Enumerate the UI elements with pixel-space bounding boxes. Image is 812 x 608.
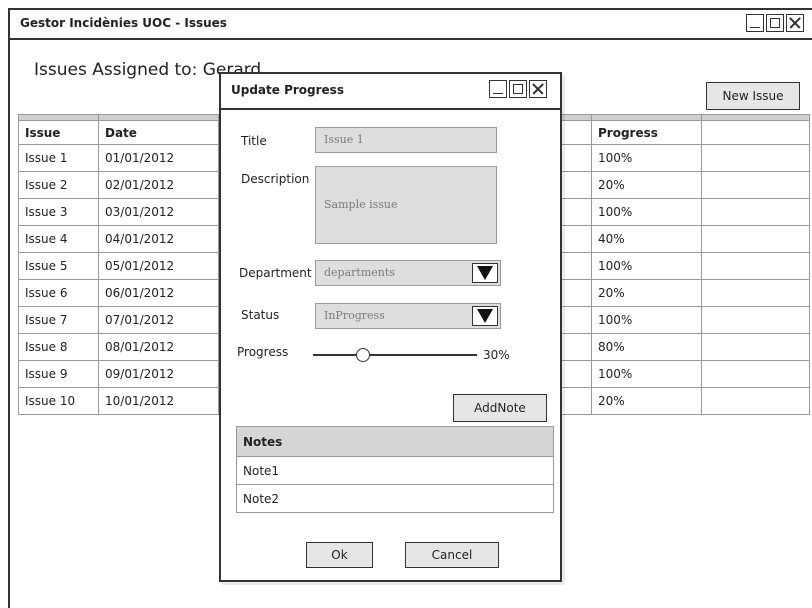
header-extra [701, 120, 810, 145]
cell-date: 10/01/2012 [98, 387, 219, 415]
status-label: Status [241, 308, 280, 322]
cell-date: 01/01/2012 [98, 144, 219, 172]
cell-progress: 100% [591, 306, 702, 334]
notes-header: Notes [237, 427, 553, 457]
cell-progress: 40% [591, 225, 702, 253]
progress-value: 30% [483, 348, 510, 362]
cell-extra [701, 279, 810, 307]
cell-extra [701, 171, 810, 199]
header-date[interactable]: Date [98, 120, 219, 145]
dialog-minimize-icon[interactable] [489, 80, 507, 98]
cell-progress: 20% [591, 279, 702, 307]
cell-extra [701, 360, 810, 388]
cell-extra [701, 225, 810, 253]
cell-issue: Issue 7 [18, 306, 99, 334]
department-select[interactable]: departments [315, 260, 501, 286]
department-dropdown-arrow-icon[interactable] [472, 263, 498, 283]
cell-extra [701, 144, 810, 172]
description-field[interactable]: Sample issue [315, 166, 497, 244]
progress-label: Progress [237, 345, 289, 359]
cell-progress: 100% [591, 360, 702, 388]
dialog-close-icon[interactable] [529, 80, 547, 98]
cell-date: 06/01/2012 [98, 279, 219, 307]
description-label: Description [241, 172, 310, 186]
cell-progress: 20% [591, 387, 702, 415]
cell-progress: 80% [591, 333, 702, 361]
status-value: InProgress [324, 309, 385, 322]
update-progress-dialog: Update Progress Title Issue 1 Descriptio… [219, 72, 562, 582]
header-progress[interactable]: Progress [591, 120, 702, 145]
cell-date: 03/01/2012 [98, 198, 219, 226]
cell-extra [701, 306, 810, 334]
cell-extra [701, 387, 810, 415]
cell-date: 08/01/2012 [98, 333, 219, 361]
department-label: Department [239, 266, 312, 280]
cell-extra [701, 333, 810, 361]
progress-slider[interactable] [313, 348, 477, 362]
cell-issue: Issue 10 [18, 387, 99, 415]
dialog-maximize-icon[interactable] [509, 80, 527, 98]
slider-thumb[interactable] [356, 348, 371, 362]
cell-progress: 100% [591, 252, 702, 280]
cell-issue: Issue 8 [18, 333, 99, 361]
cell-extra [701, 198, 810, 226]
cell-issue: Issue 4 [18, 225, 99, 253]
cell-date: 04/01/2012 [98, 225, 219, 253]
note-row[interactable]: Note1 [237, 457, 553, 485]
cell-issue: Issue 5 [18, 252, 99, 280]
cell-date: 02/01/2012 [98, 171, 219, 199]
cell-progress: 20% [591, 171, 702, 199]
cell-issue: Issue 3 [18, 198, 99, 226]
close-icon[interactable] [786, 14, 804, 32]
cell-issue: Issue 1 [18, 144, 99, 172]
main-titlebar: Gestor Incidènies UOC - Issues [10, 10, 812, 40]
notes-panel: Notes Note1 Note2 [236, 426, 554, 513]
cell-date: 07/01/2012 [98, 306, 219, 334]
window-controls [746, 14, 804, 32]
note-row[interactable]: Note2 [237, 485, 553, 512]
header-issue[interactable]: Issue [18, 120, 99, 145]
cell-issue: Issue 6 [18, 279, 99, 307]
status-dropdown-arrow-icon[interactable] [472, 306, 498, 326]
new-issue-button[interactable]: New Issue [706, 82, 800, 110]
cell-date: 09/01/2012 [98, 360, 219, 388]
cell-progress: 100% [591, 198, 702, 226]
window-title: Gestor Incidènies UOC - Issues [20, 16, 227, 30]
maximize-icon[interactable] [766, 14, 784, 32]
cell-date: 05/01/2012 [98, 252, 219, 280]
cancel-button[interactable]: Cancel [405, 542, 499, 568]
title-field[interactable]: Issue 1 [315, 127, 497, 153]
ok-button[interactable]: Ok [306, 542, 373, 568]
cell-issue: Issue 9 [18, 360, 99, 388]
add-note-button[interactable]: AddNote [453, 394, 547, 422]
department-value: departments [324, 266, 395, 279]
slider-track [313, 354, 477, 356]
minimize-icon[interactable] [746, 14, 764, 32]
dialog-title: Update Progress [231, 83, 344, 97]
title-label: Title [241, 134, 267, 148]
dialog-window-controls [489, 80, 547, 98]
status-select[interactable]: InProgress [315, 303, 501, 329]
dialog-titlebar: Update Progress [221, 74, 560, 110]
cell-progress: 100% [591, 144, 702, 172]
cell-issue: Issue 2 [18, 171, 99, 199]
cell-extra [701, 252, 810, 280]
